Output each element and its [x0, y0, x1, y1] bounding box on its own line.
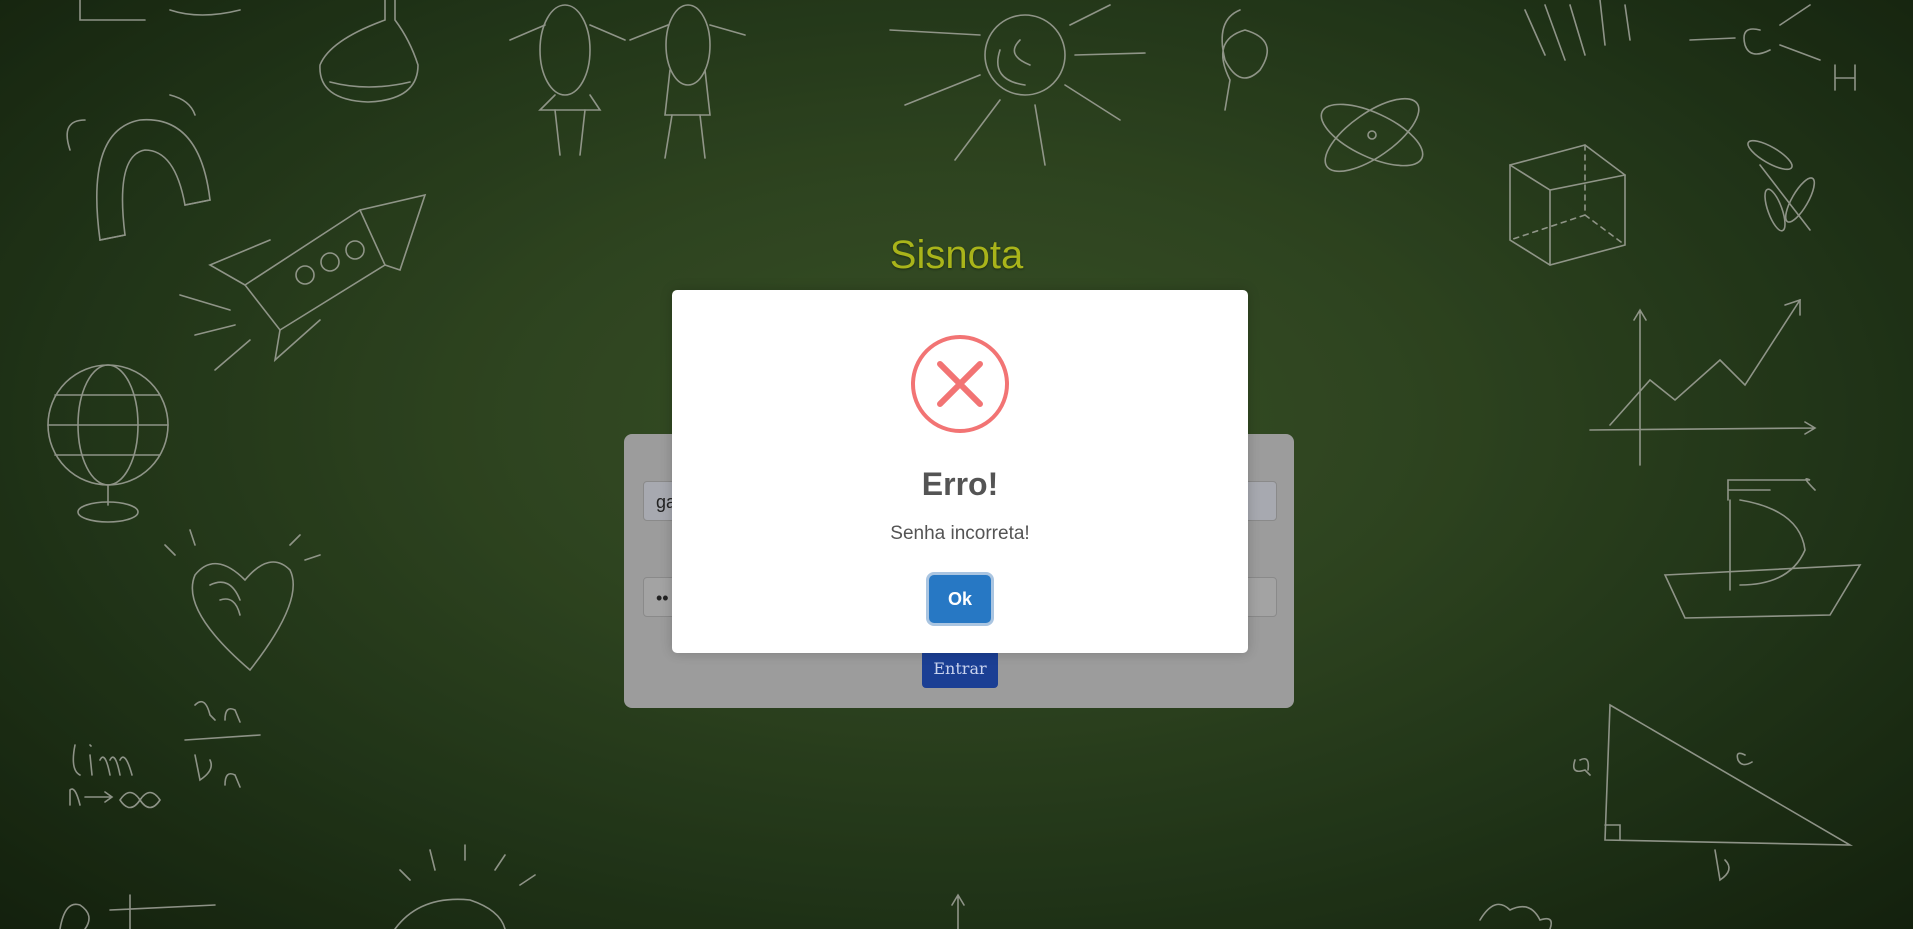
error-x-icon — [911, 335, 1009, 433]
app-title: Sisnota — [889, 233, 1024, 277]
error-dialog: Erro! Senha incorreta! Ok — [672, 290, 1248, 653]
dialog-title: Erro! — [921, 466, 999, 502]
login-submit-button[interactable]: Entrar — [922, 650, 998, 688]
confirm-ok-button[interactable]: Ok — [929, 575, 991, 623]
dialog-message: Senha incorreta! — [890, 523, 1030, 544]
